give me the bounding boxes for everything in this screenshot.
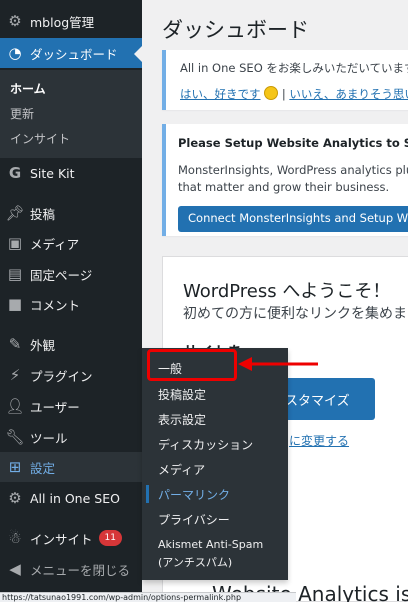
flyout-permalinks[interactable]: パーマリンク (158, 486, 230, 503)
plugins-label: プラグイン (30, 368, 93, 384)
appearance-label: 外観 (30, 337, 56, 353)
tools-label: ツール (30, 430, 68, 446)
menu-pages[interactable]: ▤ 固定ページ (0, 259, 142, 289)
media-icon: ▣ (7, 234, 23, 252)
notice-links: はい、好きです | いいえ、あまりそう思い (180, 86, 408, 102)
menu-plugins[interactable]: ⚡ プラグイン (0, 360, 142, 390)
settings-flyout-menu: 一般 投稿設定 表示設定 ディスカッション メディア パーマリンク プライバシー… (142, 348, 288, 580)
browser-status-bar: https://tatsunao1991.com/wp-admin/option… (0, 592, 296, 602)
insights-label: インサイト (30, 531, 93, 547)
users-label: ユーザー (30, 399, 80, 415)
flyout-discussion[interactable]: ディスカッション (158, 436, 253, 453)
flyout-reading[interactable]: 表示設定 (158, 411, 206, 428)
google-g-icon: G (8, 164, 22, 182)
menu-insights[interactable]: ☃ インサイト 11 (0, 523, 142, 553)
monsterinsights-icon: ☃ (8, 529, 22, 547)
gear-icon: ⚙ (8, 12, 22, 30)
no-link[interactable]: いいえ、あまりそう思い (289, 87, 408, 101)
plugin-icon: ⚡ (9, 366, 21, 384)
mi-desc-line1: MonsterInsights, WordPress analytics plu… (178, 163, 408, 177)
flyout-writing[interactable]: 投稿設定 (158, 386, 206, 403)
flyout-selection-indicator (146, 485, 149, 503)
aioseo-review-notice: All in One SEO をお楽しみいただいています はい、好きです | い… (162, 50, 408, 110)
dashboard-submenu: ホーム 更新 インサイト (0, 70, 142, 158)
menu-settings[interactable]: ⊞ 設定 (0, 452, 142, 482)
paintbrush-icon: ✎ (8, 335, 22, 353)
pages-icon: ▤ (7, 265, 23, 283)
submenu-home[interactable]: ホーム (10, 80, 46, 97)
collapse-arrow-icon: ◀ (9, 560, 21, 578)
mi-desc-line2: that matter and grow their business. (178, 180, 390, 194)
monsterinsights-notice: Please Setup Website Analytics to See Au… (162, 124, 408, 236)
collapse-label: メニューを閉じる (30, 562, 131, 578)
flyout-privacy[interactable]: プライバシー (158, 511, 230, 528)
flyout-akismet-sub[interactable]: (アンチスパム) (158, 554, 232, 570)
menu-aioseo[interactable]: ⚙ All in One SEO (0, 483, 142, 513)
pages-label: 固定ページ (30, 267, 93, 283)
menu-users[interactable]: 👤︎ ユーザー (0, 391, 142, 421)
update-count-badge: 11 (98, 530, 122, 546)
menu-appearance[interactable]: ✎ 外観 (0, 329, 142, 359)
comments-label: コメント (30, 297, 81, 313)
smiley-icon (264, 86, 279, 100)
media-label: メディア (30, 236, 80, 252)
connect-monsterinsights-button[interactable]: Connect MonsterInsights and Setup Websit (178, 206, 408, 232)
change-theme-link[interactable]: に変更する (289, 432, 349, 449)
flyout-media[interactable]: メディア (158, 461, 205, 478)
settings-label: 設定 (30, 460, 56, 476)
mi-notice-heading: Please Setup Website Analytics to See Au… (178, 136, 408, 150)
submenu-insights[interactable]: インサイト (10, 130, 70, 147)
notice-message: All in One SEO をお楽しみいただいています (180, 61, 408, 75)
welcome-title: WordPress へようこそ！ (183, 281, 391, 302)
pushpin-icon: 📌︎ (5, 204, 25, 222)
flyout-akismet[interactable]: Akismet Anti-Spam (158, 538, 263, 551)
menu-tools[interactable]: 🔧︎ ツール (0, 422, 142, 452)
red-arrow-icon (238, 357, 318, 371)
site-name-label: mblog管理 (30, 14, 95, 30)
user-icon: 👤︎ (5, 397, 25, 415)
yes-link[interactable]: はい、好きです (180, 87, 261, 101)
page-title: ダッシュボード (162, 18, 309, 42)
welcome-subtitle: 初めての方に便利なリンクを集めま (183, 306, 407, 322)
site-kit-label: Site Kit (30, 165, 75, 181)
menu-comments[interactable]: ■ コメント (0, 289, 142, 319)
aioseo-label: All in One SEO (30, 490, 120, 506)
menu-site-name[interactable]: ⚙ mblog管理 (0, 6, 142, 36)
menu-collapse[interactable]: ◀ メニューを閉じる (0, 554, 142, 584)
menu-media[interactable]: ▣ メディア (0, 228, 142, 258)
settings-sliders-icon: ⊞ (8, 458, 22, 476)
dashboard-label: ダッシュボード (30, 46, 118, 62)
menu-posts[interactable]: 📌︎ 投稿 (0, 198, 142, 228)
admin-sidebar: ⚙ mblog管理 ◔ ダッシュボード ホーム 更新 インサイト G Site … (0, 0, 142, 602)
posts-label: 投稿 (30, 206, 56, 222)
comment-icon: ■ (7, 295, 23, 313)
dashboard-gauge-icon: ◔ (8, 44, 22, 62)
mi-notice-description: MonsterInsights, WordPress analytics plu… (178, 162, 408, 196)
aioseo-logo-icon: ⚙ (8, 489, 22, 507)
red-highlight-box (147, 349, 237, 381)
submenu-updates[interactable]: 更新 (10, 105, 34, 122)
wrench-icon: 🔧︎ (5, 428, 25, 446)
menu-site-kit[interactable]: G Site Kit (0, 158, 142, 188)
menu-dashboard[interactable]: ◔ ダッシュボード (0, 38, 142, 68)
